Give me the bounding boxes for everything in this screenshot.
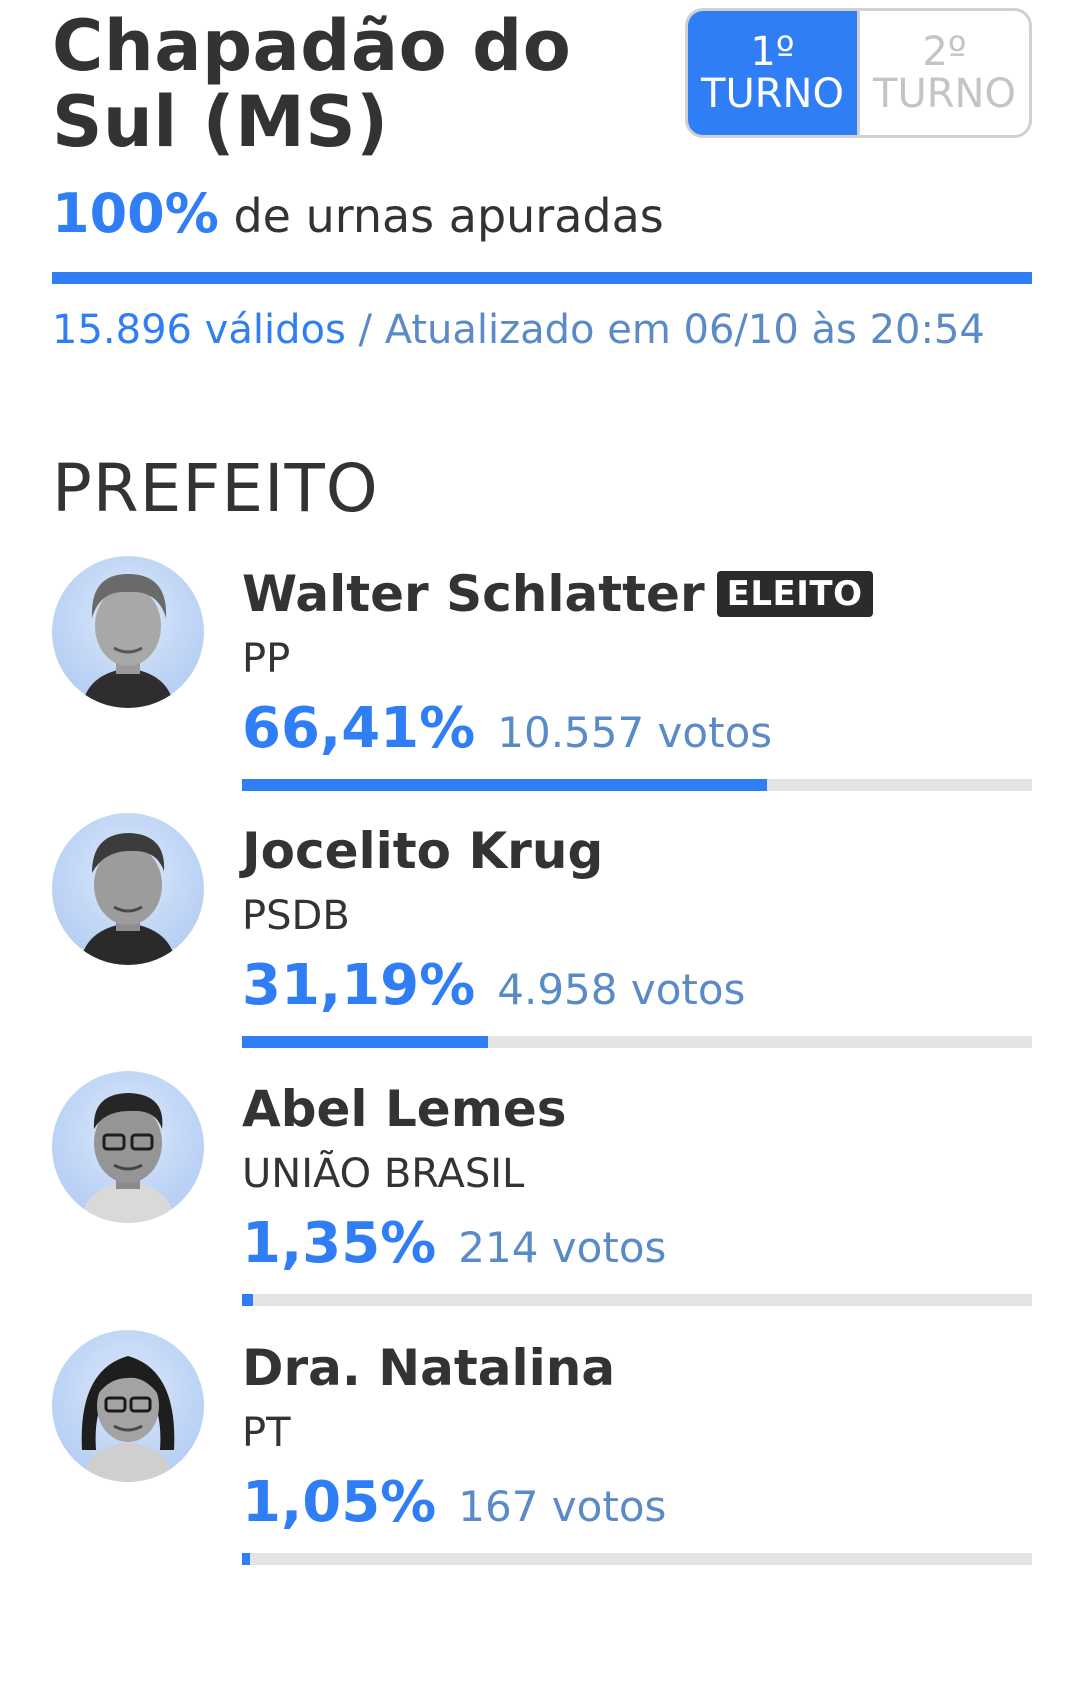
candidate-votes: 10.557 votos <box>497 708 773 757</box>
votes-meta: 15.896 válidos / Atualizado em 06/10 às … <box>52 305 985 355</box>
candidate-party: PT <box>242 1410 291 1456</box>
candidate-name: Dra. Natalina <box>242 1339 616 1397</box>
candidate-info: Dra. Natalina PT 1,05% 167 votos <box>242 1330 1032 1570</box>
candidate-percent: 1,35% <box>242 1211 437 1276</box>
candidate-vote-bar <box>242 1553 1032 1565</box>
candidate-vote-bar <box>242 1294 1032 1306</box>
candidate-vote-bar <box>242 779 1032 791</box>
candidate-name: Jocelito Krug <box>242 822 604 880</box>
candidate-votes: 4.958 votos <box>497 965 746 1014</box>
candidate-votes: 167 votos <box>458 1482 667 1531</box>
apuracao-progress-fill <box>52 272 1032 284</box>
candidate-name-row: Walter Schlatter ELEITO <box>242 564 873 624</box>
candidate-vote-bar-fill <box>242 779 767 791</box>
candidate-name-row: Dra. Natalina <box>242 1338 615 1398</box>
candidate-card[interactable]: Abel Lemes UNIÃO BRASIL 1,35% 214 votos <box>52 1071 1032 1311</box>
apuracao-percent: 100% <box>52 182 219 245</box>
candidate-percent: 66,41% <box>242 696 476 761</box>
candidate-result: 1,05% 167 votos <box>242 1470 666 1540</box>
candidate-card[interactable]: Jocelito Krug PSDB 31,19% 4.958 votos <box>52 813 1032 1053</box>
apuracao-status: 100% de urnas apuradas <box>52 186 664 244</box>
candidate-vote-bar <box>242 1036 1032 1048</box>
tab-1-turno[interactable]: 1º TURNO <box>688 11 857 135</box>
person-photo-icon <box>52 1330 204 1482</box>
candidate-result: 31,19% 4.958 votos <box>242 953 745 1023</box>
candidate-card[interactable]: Walter Schlatter ELEITO PP 66,41% 10.557 v… <box>52 556 1032 796</box>
apuracao-label: de urnas apuradas <box>218 189 664 243</box>
candidate-name: Abel Lemes <box>242 1080 567 1138</box>
candidate-vote-bar-fill <box>242 1553 251 1565</box>
header: Chapadão do Sul (MS) 1º TURNO 2º TURNO <box>52 8 1032 168</box>
tab-1-turno-number: 1º <box>750 29 795 75</box>
valid-votes: 15.896 válidos <box>52 307 346 353</box>
candidate-info: Jocelito Krug PSDB 31,19% 4.958 votos <box>242 813 1032 1053</box>
person-photo-icon <box>52 1071 204 1223</box>
tab-2-turno-number: 2º <box>922 29 967 75</box>
candidate-party: UNIÃO BRASIL <box>242 1151 525 1197</box>
candidate-percent: 1,05% <box>242 1470 437 1535</box>
tab-2-turno[interactable]: 2º TURNO <box>857 11 1029 135</box>
candidate-info: Abel Lemes UNIÃO BRASIL 1,35% 214 votos <box>242 1071 1032 1311</box>
person-photo-icon <box>52 813 204 965</box>
candidate-card[interactable]: Dra. Natalina PT 1,05% 167 votos <box>52 1330 1032 1570</box>
section-title: PREFEITO <box>52 450 379 527</box>
tab-2-turno-label: TURNO <box>873 71 1016 117</box>
candidate-vote-bar-fill <box>242 1294 253 1306</box>
person-photo-icon <box>52 556 204 708</box>
candidate-party: PP <box>242 636 291 682</box>
candidate-vote-bar-fill <box>242 1036 489 1048</box>
turno-toggle[interactable]: 1º TURNO 2º TURNO <box>685 8 1032 138</box>
candidate-party: PSDB <box>242 893 350 939</box>
elected-badge: ELEITO <box>716 571 873 617</box>
candidate-info: Walter Schlatter ELEITO PP 66,41% 10.557 v… <box>242 556 1032 796</box>
candidate-name-row: Abel Lemes <box>242 1079 567 1139</box>
candidate-votes: 214 votos <box>458 1223 667 1272</box>
candidate-name-row: Jocelito Krug <box>242 821 603 881</box>
page-title: Chapadão do Sul (MS) <box>52 5 572 163</box>
candidate-result: 1,35% 214 votos <box>242 1211 666 1281</box>
tab-1-turno-label: TURNO <box>701 71 844 117</box>
candidate-percent: 31,19% <box>242 953 476 1018</box>
candidate-result: 66,41% 10.557 votos <box>242 696 772 766</box>
updated-timestamp: / Atualizado em 06/10 às 20:54 <box>345 307 985 353</box>
candidate-name: Walter Schlatter <box>242 565 705 623</box>
apuracao-progress-bar <box>52 272 1032 284</box>
